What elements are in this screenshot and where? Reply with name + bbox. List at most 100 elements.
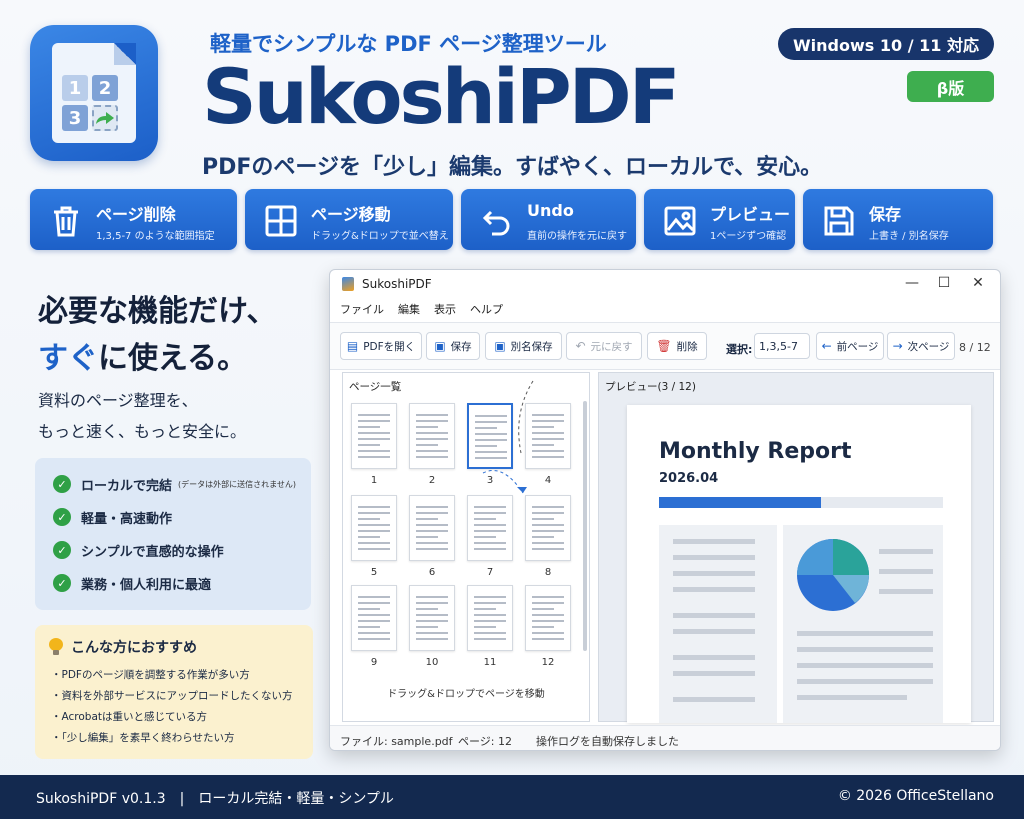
check-label: 軽量・高速動作 bbox=[81, 511, 173, 527]
thumbnail-text-line bbox=[474, 626, 496, 628]
maximize-icon[interactable]: ☐ bbox=[934, 275, 954, 293]
arrow-left-icon: ← bbox=[821, 339, 832, 353]
thumbnail-text-line bbox=[358, 444, 380, 446]
page-indicator: 8 / 12 bbox=[959, 341, 991, 354]
footer-copyright: © 2026 OfficeStellano bbox=[837, 788, 994, 804]
undo-label: 元に戻す bbox=[590, 340, 633, 353]
feature-move: ページ移動 ドラッグ&ドロップで並べ替え bbox=[245, 189, 453, 250]
preview-pane-title: プレビュー(3 / 12) bbox=[605, 381, 696, 393]
app-window: SukoshiPDF — ☐ ✕ ファイル 編集 表示 ヘルプ ▤ PDFを開く … bbox=[329, 269, 1001, 751]
app-logo: 1 2 3 bbox=[30, 25, 158, 161]
recommend-item: ・「少し編集」を素早く終わらせたい方 bbox=[51, 732, 235, 744]
thumbnail-text-line bbox=[474, 548, 506, 550]
status-file: ファイル: sample.pdf bbox=[340, 735, 453, 748]
page-thumbnail[interactable] bbox=[351, 495, 397, 561]
recommend-item: ・PDFのページ順を調整する作業が多い方 bbox=[51, 669, 250, 681]
prev-page-button[interactable]: ← 前ページ bbox=[816, 332, 884, 360]
recommend-title: こんな方におすすめ bbox=[49, 637, 197, 657]
report-date: 2026.04 bbox=[659, 471, 719, 486]
thumbnail-text-line bbox=[474, 542, 506, 544]
menu-file[interactable]: ファイル bbox=[340, 301, 384, 317]
thumbnail-number: 8 bbox=[544, 567, 552, 578]
thumbnail-text-line bbox=[532, 614, 564, 616]
page-thumbnail[interactable] bbox=[467, 585, 513, 651]
thumbnail-scrollbar[interactable] bbox=[583, 401, 587, 651]
thumbnail-text-line bbox=[474, 632, 506, 634]
open-pdf-button[interactable]: ▤ PDFを開く bbox=[340, 332, 422, 360]
thumbnail-text-line bbox=[358, 608, 380, 610]
feature-title: 保存 bbox=[869, 205, 902, 224]
check-icon: ✓ bbox=[53, 475, 71, 493]
feature-desc: 上書き / 別名保存 bbox=[869, 231, 949, 242]
thumbnail-text-line bbox=[358, 438, 390, 440]
footer-version: SukoshiPDF v0.1.3 | ローカル完結・軽量・シンプル bbox=[36, 791, 394, 807]
close-icon[interactable]: ✕ bbox=[968, 275, 988, 293]
feature-preview: プレビュー 1ページずつ確認 bbox=[644, 189, 795, 250]
feature-title: プレビュー bbox=[710, 205, 791, 224]
save-as-button[interactable]: ▣ 別名保存 bbox=[485, 332, 562, 360]
check-item: ✓ 業務・個人利用に最適 bbox=[53, 572, 211, 594]
thumbnail-text-line bbox=[532, 530, 564, 532]
recommend-box: こんな方におすすめ ・PDFのページ順を調整する作業が多い方 ・資料を外部サービ… bbox=[35, 625, 313, 759]
thumbnail-text-line bbox=[474, 596, 506, 598]
save-as-label: 別名保存 bbox=[510, 340, 553, 353]
delete-button[interactable]: 🗑 削除 bbox=[647, 332, 707, 360]
thumbnail-text-line bbox=[358, 596, 390, 598]
image-icon bbox=[660, 201, 700, 241]
thumbnail-number: 7 bbox=[486, 567, 494, 578]
thumbnail-text-line bbox=[358, 542, 390, 544]
feature-desc: 1,3,5-7 のような範囲指定 bbox=[96, 231, 215, 242]
status-message: 操作ログを自動保存しました bbox=[536, 735, 679, 748]
menu-bar: ファイル 編集 表示 ヘルプ bbox=[330, 298, 1000, 320]
thumbnail-number: 5 bbox=[370, 567, 378, 578]
feature-desc: ドラッグ&ドロップで並べ替え bbox=[311, 231, 449, 242]
hero-accent: すぐ bbox=[38, 341, 98, 376]
thumbnail-text-line bbox=[416, 524, 448, 526]
thumbnail-text-line bbox=[416, 608, 438, 610]
feature-title: Undo bbox=[527, 201, 574, 220]
thumbnail-text-line bbox=[416, 518, 438, 520]
check-label: ローカルで完結 bbox=[81, 478, 173, 494]
thumbnail-text-line bbox=[416, 536, 438, 538]
thumbnail-text-line bbox=[474, 620, 506, 622]
thumbnail-text-line bbox=[358, 548, 390, 550]
thumbnail-text-line bbox=[416, 638, 448, 640]
pie-chart-icon bbox=[797, 539, 869, 611]
check-item: ✓ ローカルで完結 (データは外部に送信されません) bbox=[53, 473, 296, 495]
save-as-icon: ▣ bbox=[494, 339, 506, 353]
move-arrow-icon bbox=[92, 105, 118, 131]
selection-input[interactable]: 1,3,5-7 bbox=[754, 333, 810, 359]
thumbnail-text-line bbox=[532, 638, 564, 640]
undo-button[interactable]: ↶ 元に戻す bbox=[566, 332, 642, 360]
menu-view[interactable]: 表示 bbox=[434, 301, 456, 317]
minimize-icon[interactable]: — bbox=[902, 275, 922, 293]
page-thumbnail[interactable] bbox=[351, 403, 397, 469]
page-thumbnail[interactable] bbox=[351, 585, 397, 651]
feature-desc: 1ページずつ確認 bbox=[710, 231, 787, 242]
feature-title: ページ移動 bbox=[311, 205, 391, 224]
save-label: 保存 bbox=[450, 340, 472, 353]
thumbnail-number: 11 bbox=[483, 657, 497, 668]
prev-page-label: 前ページ bbox=[836, 340, 879, 353]
thumbnail-text-line bbox=[416, 548, 448, 550]
thumbnail-number: 6 bbox=[428, 567, 436, 578]
recommend-title-text: こんな方におすすめ bbox=[71, 640, 197, 656]
save-button[interactable]: ▣ 保存 bbox=[426, 332, 480, 360]
thumbnail-number: 12 bbox=[541, 657, 555, 668]
subtitle: PDFのページを「少し」編集。すばやく、ローカルで、安心。 bbox=[202, 155, 823, 180]
thumbnail-text-line bbox=[416, 444, 438, 446]
save-icon bbox=[819, 201, 859, 241]
beta-badge: β版 bbox=[907, 71, 994, 102]
brand-name: SukoshiPDF bbox=[202, 52, 681, 141]
page-thumbnail[interactable] bbox=[409, 585, 455, 651]
menu-help[interactable]: ヘルプ bbox=[470, 301, 503, 317]
thumbnail-text-line bbox=[532, 626, 554, 628]
status-page: ページ: 12 bbox=[458, 735, 512, 748]
next-page-label: 次ページ bbox=[907, 340, 950, 353]
page-thumbnail[interactable] bbox=[525, 585, 571, 651]
thumbnail-text-line bbox=[474, 602, 506, 604]
menu-edit[interactable]: 編集 bbox=[398, 301, 420, 317]
thumbnail-text-line bbox=[358, 536, 380, 538]
title-bar: SukoshiPDF — ☐ ✕ bbox=[330, 270, 1000, 298]
next-page-button[interactable]: → 次ページ bbox=[887, 332, 955, 360]
